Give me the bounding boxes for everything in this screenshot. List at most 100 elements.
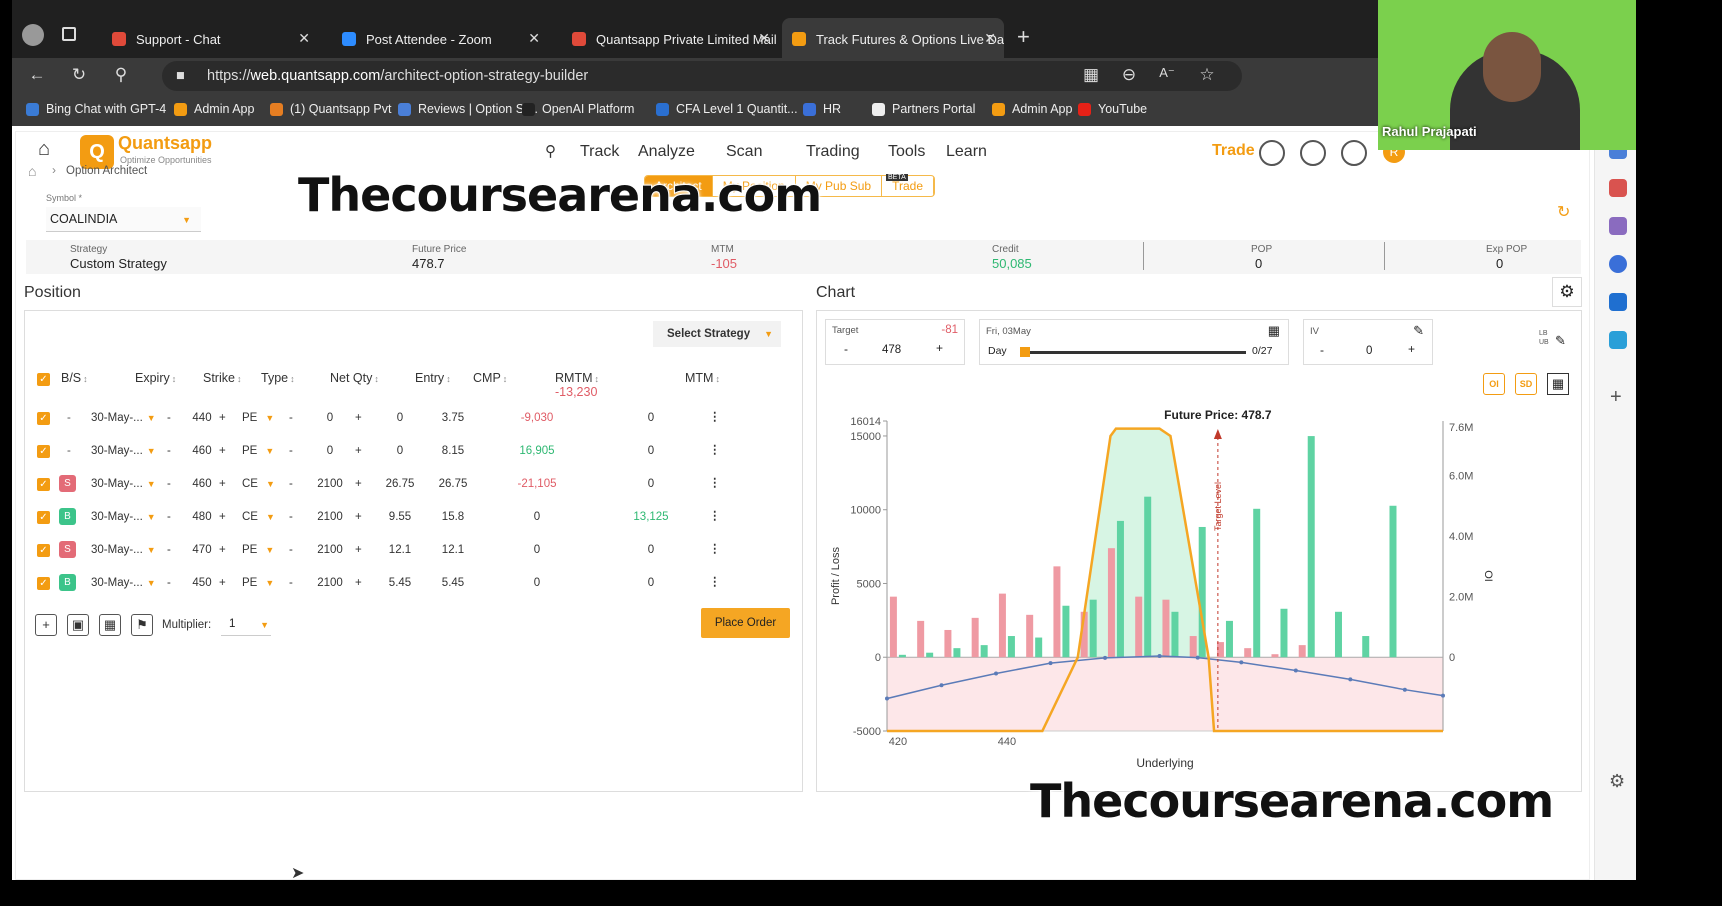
sidebar-send-icon[interactable] <box>1609 331 1627 349</box>
type-select[interactable]: PE ▼ <box>242 445 274 457</box>
qty-minus-button[interactable]: - <box>289 478 293 490</box>
refresh-icon[interactable]: ↻ <box>1557 202 1570 222</box>
zoom-out-icon[interactable]: ⊖ <box>1118 65 1140 85</box>
entry-input[interactable]: 0 <box>375 445 425 457</box>
place-order-button[interactable]: Place Order <box>701 608 790 638</box>
tab-2[interactable]: Post Attendee - Zoom ✕ <box>332 18 548 60</box>
strike-value[interactable]: 450 <box>187 577 217 589</box>
watchlist-icon[interactable] <box>1259 140 1285 166</box>
type-select[interactable]: CE ▼ <box>242 511 275 523</box>
row-checkbox[interactable]: ✓ <box>37 478 50 491</box>
tab-3[interactable]: Quantsapp Private Limited Mail ✕ <box>562 18 778 60</box>
strike-value[interactable]: 470 <box>187 544 217 556</box>
sidebar-settings-icon[interactable]: ⚙ <box>1609 771 1625 792</box>
qty-value[interactable]: 2100 <box>307 544 353 556</box>
chart-settings-icon[interactable]: ⚙ <box>1552 277 1582 307</box>
expiry-select[interactable]: 30-May-... ▼ <box>91 544 156 556</box>
bookmark-item[interactable]: (1) Quantsapp Pvt <box>270 102 391 116</box>
type-select[interactable]: PE ▼ <box>242 412 274 424</box>
qty-plus-button[interactable]: + <box>355 577 362 589</box>
strike-minus-button[interactable]: - <box>167 478 171 490</box>
day-slider[interactable] <box>1020 351 1246 354</box>
qty-plus-button[interactable]: + <box>355 445 362 457</box>
expiry-select[interactable]: 30-May-... ▼ <box>91 511 156 523</box>
type-select[interactable]: PE ▼ <box>242 544 274 556</box>
buy-sell-badge[interactable]: - <box>67 412 71 424</box>
qty-value[interactable]: 2100 <box>307 478 353 490</box>
favorite-star-icon[interactable]: ☆ <box>1196 65 1218 85</box>
apps-icon[interactable]: ▦ <box>1080 65 1102 85</box>
bookmark-item[interactable]: CFA Level 1 Quantit... <box>656 102 798 116</box>
breadcrumb-home-icon[interactable]: ⌂ <box>28 163 36 179</box>
qty-value[interactable]: 0 <box>307 412 353 424</box>
qty-plus-button[interactable]: + <box>355 511 362 523</box>
iv-edit-icon[interactable]: ✎ <box>1413 323 1424 339</box>
sort-icon[interactable]: ↕ <box>446 374 451 384</box>
row-checkbox[interactable]: ✓ <box>37 544 50 557</box>
target-minus-button[interactable]: - <box>844 342 848 356</box>
back-icon[interactable]: ← <box>26 65 48 85</box>
sort-icon[interactable]: ↕ <box>374 374 379 384</box>
row-checkbox[interactable]: ✓ <box>37 511 50 524</box>
qty-value[interactable]: 0 <box>307 445 353 457</box>
buy-sell-badge[interactable]: - <box>67 445 71 457</box>
home-icon[interactable]: ⌂ <box>38 138 50 161</box>
row-menu-icon[interactable]: ⋮ <box>709 508 721 522</box>
header-expiry[interactable]: Expiry ↕ <box>135 371 176 385</box>
header-strike[interactable]: Strike ↕ <box>203 371 241 385</box>
strike-value[interactable]: 460 <box>187 445 217 457</box>
strike-plus-button[interactable]: + <box>219 478 226 490</box>
menu-tools[interactable]: Tools <box>888 143 925 161</box>
bookmark-item[interactable]: Reviews | Option St... <box>398 102 538 116</box>
toggle-oi-button[interactable]: OI <box>1483 373 1505 395</box>
sidebar-add-icon[interactable]: + <box>1610 386 1622 409</box>
save-icon[interactable]: ▣ <box>67 614 89 636</box>
expiry-select[interactable]: 30-May-... ▼ <box>91 577 156 589</box>
new-tab-button[interactable]: + <box>1017 24 1030 50</box>
menu-trading[interactable]: Trading <box>806 143 860 161</box>
row-checkbox[interactable]: ✓ <box>37 577 50 590</box>
header-entry[interactable]: Entry ↕ <box>415 371 451 385</box>
expiry-select[interactable]: 30-May-... ▼ <box>91 478 156 490</box>
close-icon[interactable]: ✕ <box>984 30 996 47</box>
bookmark-item[interactable]: Partners Portal <box>872 102 975 116</box>
reload-icon[interactable]: ↻ <box>68 65 90 85</box>
strike-minus-button[interactable]: - <box>167 445 171 457</box>
day-slider-handle[interactable] <box>1020 347 1030 357</box>
row-menu-icon[interactable]: ⋮ <box>709 442 721 456</box>
entry-input[interactable]: 12.1 <box>375 544 425 556</box>
sidebar-copilot-icon[interactable] <box>1609 255 1627 273</box>
qty-minus-button[interactable]: - <box>289 577 293 589</box>
menu-analyze[interactable]: Analyze <box>638 143 695 161</box>
bookmark-item[interactable]: Bing Chat with GPT-4 <box>26 102 166 116</box>
strike-minus-button[interactable]: - <box>167 544 171 556</box>
strike-plus-button[interactable]: + <box>219 577 226 589</box>
close-icon[interactable]: ✕ <box>298 30 310 47</box>
buy-sell-badge[interactable]: S <box>59 475 76 492</box>
buy-sell-badge[interactable]: S <box>59 541 76 558</box>
qty-minus-button[interactable]: - <box>289 544 293 556</box>
iv-value[interactable]: 0 <box>1366 345 1372 357</box>
qty-minus-button[interactable]: - <box>289 412 293 424</box>
trade-link[interactable]: Trade <box>1212 142 1255 160</box>
sidebar-toolbox-icon[interactable] <box>1609 179 1627 197</box>
qty-value[interactable]: 2100 <box>307 577 353 589</box>
row-menu-icon[interactable]: ⋮ <box>709 574 721 588</box>
row-menu-icon[interactable]: ⋮ <box>709 475 721 489</box>
alert-bell-icon[interactable]: ⚑ <box>131 614 153 636</box>
add-leg-button[interactable]: + <box>35 614 57 636</box>
multiplier-select[interactable]: 1 ▼ <box>221 614 271 636</box>
strike-value[interactable]: 460 <box>187 478 217 490</box>
expiry-select[interactable]: 30-May-... ▼ <box>91 445 156 457</box>
row-menu-icon[interactable]: ⋮ <box>709 541 721 555</box>
toggle-sd-button[interactable]: SD <box>1515 373 1537 395</box>
symbol-select[interactable]: COALINDIA ▼ <box>46 207 201 232</box>
sort-icon[interactable]: ↕ <box>172 374 177 384</box>
video-icon[interactable] <box>1300 140 1326 166</box>
sort-icon[interactable]: ↕ <box>237 374 242 384</box>
strike-value[interactable]: 440 <box>187 412 217 424</box>
bookmark-item[interactable]: YouTube <box>1078 102 1147 116</box>
tab-1[interactable]: Support - Chat ✕ <box>102 18 318 60</box>
strike-value[interactable]: 480 <box>187 511 217 523</box>
iv-plus-button[interactable]: + <box>1408 342 1415 356</box>
